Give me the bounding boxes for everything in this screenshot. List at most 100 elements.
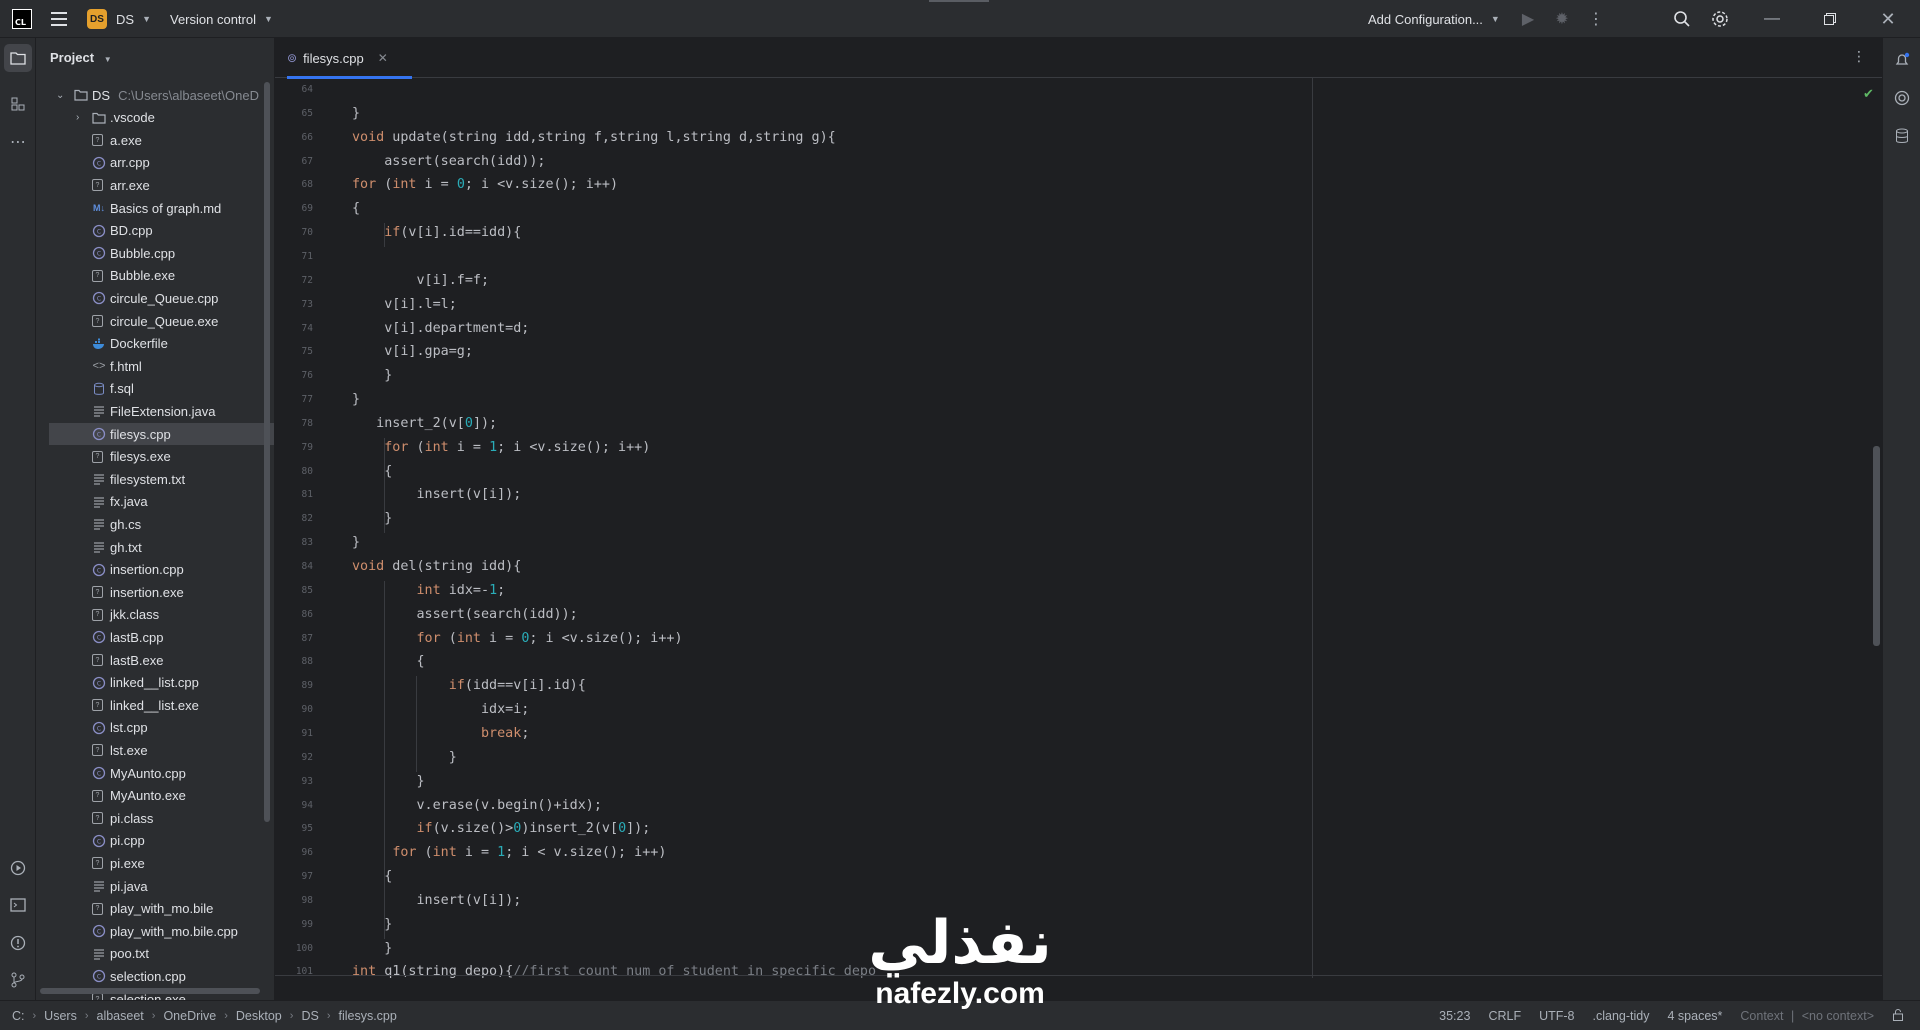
code-line[interactable]: break; [352, 722, 529, 746]
tree-file[interactable]: ? a.exe [36, 129, 266, 151]
tree-file[interactable]: ? pi.class [36, 807, 266, 829]
code-line[interactable]: } [352, 746, 457, 770]
code-line[interactable]: { [352, 865, 392, 889]
main-menu-icon[interactable] [50, 0, 68, 38]
services-run-icon[interactable] [4, 854, 32, 882]
code-line[interactable]: } [352, 102, 360, 126]
code-line[interactable]: void update(string idd,string f,string l… [352, 126, 836, 150]
caret-position[interactable]: 35:23 [1439, 1009, 1470, 1023]
ai-assistant-icon[interactable] [1888, 84, 1916, 112]
tree-file[interactable]: f.sql [36, 378, 266, 400]
tree-file[interactable]: fx.java [36, 491, 266, 513]
code-line[interactable]: if(idd==v[i].id){ [352, 674, 586, 698]
code-line[interactable]: { [352, 197, 360, 221]
restore-icon[interactable] [1816, 0, 1844, 38]
project-horizontal-scrollbar[interactable] [40, 988, 260, 994]
code-line[interactable]: assert(search(idd)); [352, 150, 545, 174]
lock-icon[interactable] [1892, 1008, 1904, 1024]
code-line[interactable]: insert(v[i]); [352, 889, 521, 913]
editor-vertical-scrollbar[interactable] [1873, 446, 1880, 646]
tree-file[interactable]: ? circule_Queue.exe [36, 310, 266, 332]
code-line[interactable]: if(v.size()>0)insert_2(v[0]); [352, 817, 651, 841]
code-line[interactable]: for (int i = 0; i <v.size(); i++) [352, 173, 618, 197]
code-line[interactable]: if(v[i].id==idd){ [352, 221, 521, 245]
breadcrumb-item[interactable]: Desktop [236, 1009, 282, 1023]
git-branch-icon[interactable] [4, 966, 32, 994]
tree-file[interactable]: Cfilesys.cpp [49, 423, 274, 445]
minimize-icon[interactable]: — [1758, 0, 1786, 38]
tree-file[interactable]: ? lastB.exe [36, 649, 266, 671]
add-configuration-button[interactable]: Add Configuration... ▼ [1368, 0, 1500, 38]
tree-file[interactable]: ClastB.cpp [36, 626, 266, 648]
tree-file[interactable]: Clst.cpp [36, 717, 266, 739]
notifications-bell-icon[interactable] [1888, 46, 1916, 74]
linter-config[interactable]: .clang-tidy [1593, 1009, 1650, 1023]
tree-file[interactable]: ? filesys.exe [36, 446, 266, 468]
code-line[interactable]: v[i].department=d; [352, 317, 529, 341]
tree-file[interactable]: gh.cs [36, 513, 266, 535]
tree-file[interactable]: ? Bubble.exe [36, 265, 266, 287]
database-icon[interactable] [1888, 122, 1916, 150]
tree-file[interactable]: pi.java [36, 875, 266, 897]
context-selector[interactable]: Context | <no context> [1740, 1009, 1874, 1023]
code-line[interactable]: for (int i = 1; i < v.size(); i++) [352, 841, 666, 865]
code-line[interactable]: void del(string idd){ [352, 555, 521, 579]
close-tab-icon[interactable]: ✕ [378, 51, 388, 65]
tree-file[interactable]: gh.txt [36, 536, 266, 558]
code-line[interactable]: } [352, 388, 360, 412]
code-line[interactable]: { [352, 650, 424, 674]
code-content[interactable]: } void update(string idd,string f,string … [352, 78, 1552, 980]
code-line[interactable]: for (int i = 0; i <v.size(); i++) [352, 627, 683, 651]
tree-file[interactable]: Cinsertion.cpp [36, 559, 266, 581]
tree-file[interactable]: ? insertion.exe [36, 581, 266, 603]
more-actions-icon[interactable]: ⋮ [1582, 0, 1610, 38]
project-panel-header[interactable]: Project ▼ [50, 50, 112, 65]
breadcrumb-item[interactable]: albaseet [97, 1009, 144, 1023]
tree-folder[interactable]: › .vscode [36, 107, 266, 129]
code-line[interactable]: v[i].l=l; [352, 293, 457, 317]
code-line[interactable]: } [352, 531, 360, 555]
more-tools-icon[interactable]: ⋯ [4, 128, 32, 156]
tab-filesys-cpp[interactable]: ⊚ filesys.cpp ✕ [287, 38, 412, 79]
code-line[interactable]: v[i].f=f; [352, 269, 489, 293]
run-icon[interactable]: ▶ [1514, 0, 1542, 38]
debug-icon[interactable]: ✹ [1548, 0, 1576, 38]
tree-file[interactable]: Clinked__list.cpp [36, 672, 266, 694]
structure-icon[interactable] [4, 90, 32, 118]
code-line[interactable]: } [352, 913, 392, 937]
tree-file[interactable]: C BD.cpp [36, 220, 266, 242]
tree-file[interactable]: Carr.cpp [36, 152, 266, 174]
code-line[interactable]: idx=i; [352, 698, 529, 722]
breadcrumb-item[interactable]: Users [44, 1009, 77, 1023]
code-line[interactable]: } [352, 937, 392, 961]
code-line[interactable]: insert(v[i]); [352, 483, 521, 507]
tree-file[interactable]: Cselection.cpp [36, 965, 266, 987]
tree-file[interactable]: Cpi.cpp [36, 830, 266, 852]
settings-gear-icon[interactable] [1706, 0, 1734, 38]
tree-file[interactable]: ? play_with_mo.bile [36, 898, 266, 920]
tree-file[interactable]: Ccircule_Queue.cpp [36, 287, 266, 309]
chevron-right-icon[interactable]: › [76, 112, 79, 123]
tree-file[interactable]: ? MyAunto.exe [36, 785, 266, 807]
line-ending[interactable]: CRLF [1488, 1009, 1521, 1023]
breadcrumb-item[interactable]: DS [301, 1009, 318, 1023]
terminal-icon[interactable] [4, 891, 32, 919]
project-folder-icon[interactable] [4, 44, 32, 72]
code-line[interactable]: int q1(string depo){//first count num of… [352, 960, 876, 984]
breadcrumb-item[interactable]: C: [12, 1009, 25, 1023]
problems-icon[interactable] [4, 929, 32, 957]
code-line[interactable]: assert(search(idd)); [352, 603, 577, 627]
project-switcher[interactable]: DS ▼ [116, 0, 151, 38]
search-icon[interactable] [1668, 0, 1696, 38]
breadcrumb-item[interactable]: OneDrive [163, 1009, 216, 1023]
tree-file[interactable]: ? pi.exe [36, 852, 266, 874]
tree-file[interactable]: FileExtension.java [36, 400, 266, 422]
tree-file[interactable]: ? linked__list.exe [36, 694, 266, 716]
tree-root[interactable]: ⌄ DS C:\Users\albaseet\OneD [36, 84, 266, 106]
version-control-menu[interactable]: Version control ▼ [170, 0, 273, 38]
tree-file[interactable]: C Bubble.cpp [36, 242, 266, 264]
tree-file[interactable]: M↓ Basics of graph.md [36, 197, 266, 219]
code-line[interactable]: v.erase(v.begin()+idx); [352, 794, 601, 818]
file-encoding[interactable]: UTF-8 [1539, 1009, 1574, 1023]
code-line[interactable]: } [352, 507, 392, 531]
